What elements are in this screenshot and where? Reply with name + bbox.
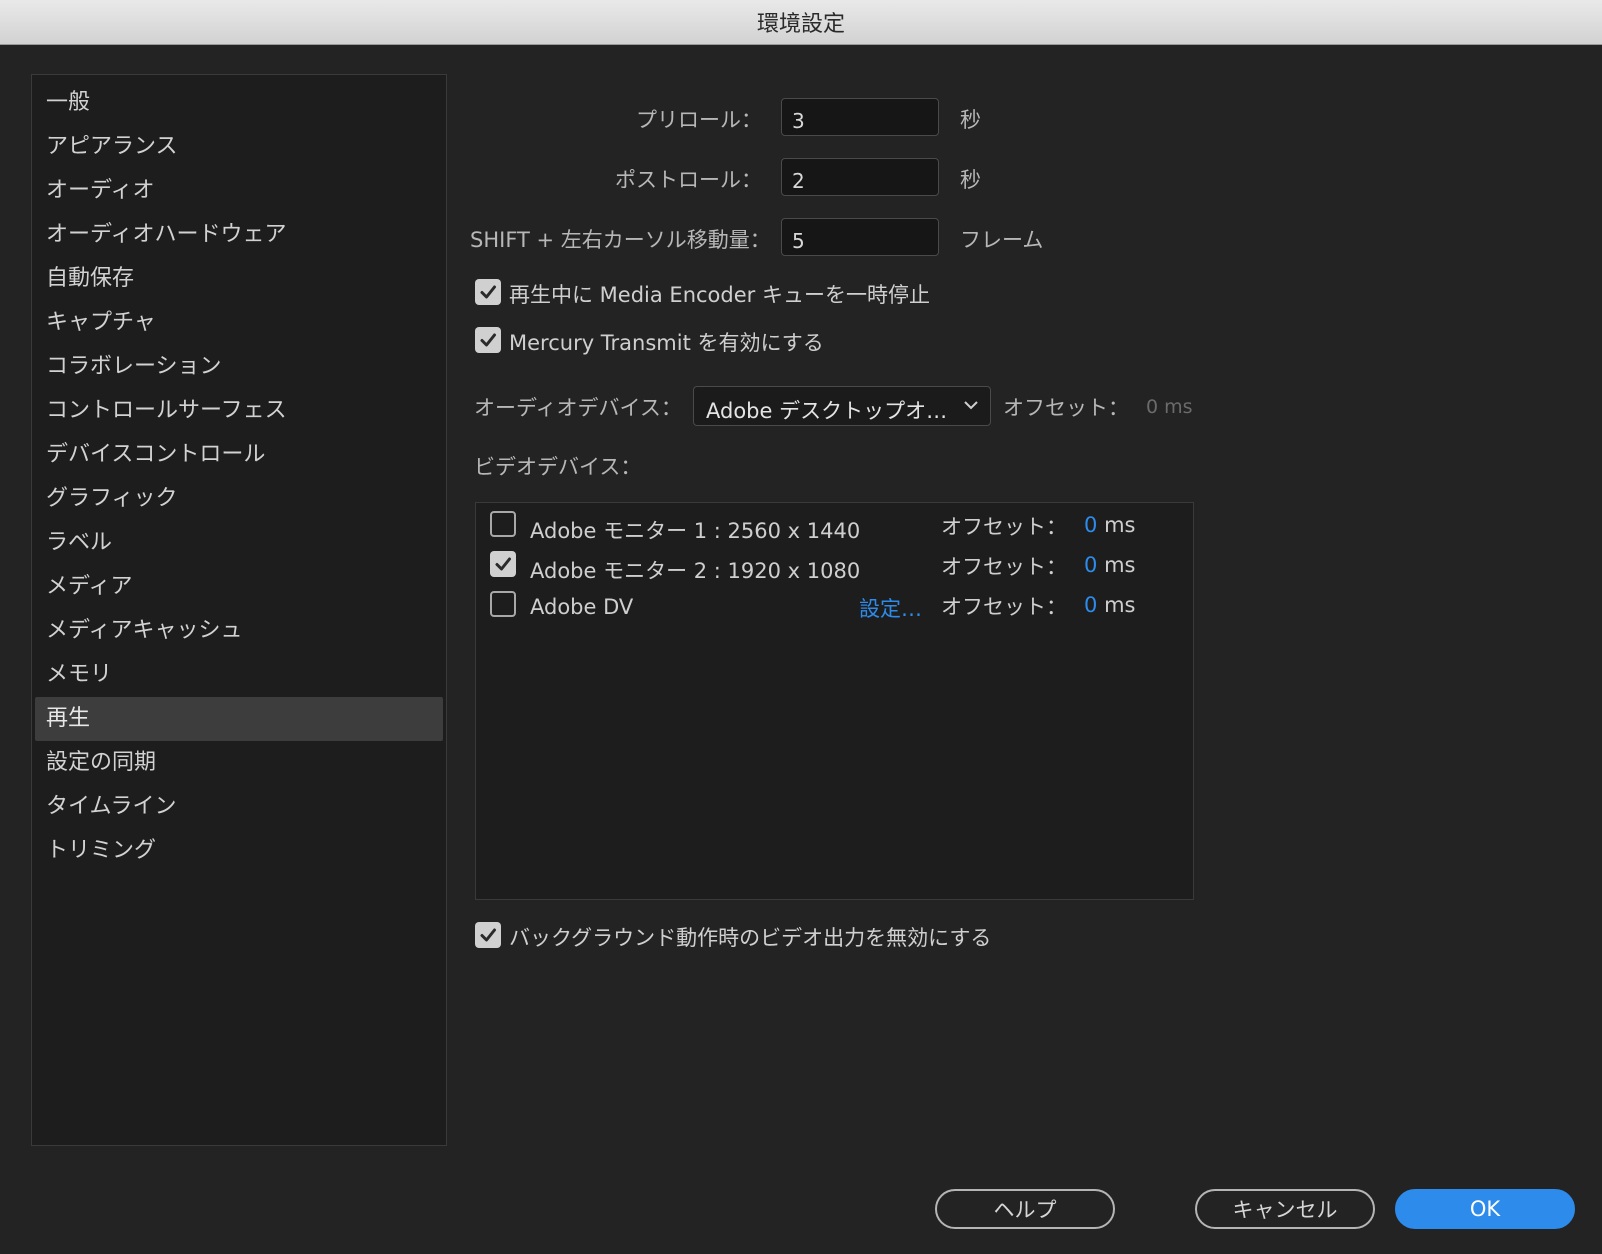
sidebar-item-appearance[interactable]: アピアランス (35, 125, 443, 169)
video-device-checkbox[interactable] (490, 551, 516, 577)
offset-unit: ms (1104, 593, 1136, 617)
offset-value[interactable]: 0 (1084, 513, 1097, 537)
sidebar-item-control-surface[interactable]: コントロールサーフェス (35, 389, 443, 433)
video-device-name: Adobe DV (530, 595, 634, 619)
video-device-offset-label: オフセット： (941, 555, 1067, 579)
check-icon (480, 333, 496, 347)
preroll-label: プリロール： (636, 108, 762, 132)
mercury-transmit-checkbox[interactable] (475, 327, 501, 353)
video-device-name: Adobe モニター 2 : 1920 x 1080 (530, 559, 861, 583)
audio-device-value: Adobe デスクトップオ… (706, 399, 948, 423)
sidebar-item-trim[interactable]: トリミング (35, 829, 443, 873)
category-sidebar: 一般 アピアランス オーディオ オーディオハードウェア 自動保存 キャプチャ コ… (31, 74, 447, 1146)
postroll-label: ポストロール： (615, 168, 762, 192)
audio-offset-value: 0 ms (1146, 396, 1193, 418)
sidebar-item-labels[interactable]: ラベル (35, 521, 443, 565)
check-icon (480, 928, 496, 942)
video-devices-list: Adobe モニター 1 : 2560 x 1440 オフセット： 0 ms A… (475, 502, 1194, 900)
video-device-name: Adobe モニター 1 : 2560 x 1440 (530, 519, 861, 543)
video-device-checkbox[interactable] (490, 591, 516, 617)
window-title: 環境設定 (756, 12, 845, 37)
shift-step-input[interactable] (781, 218, 939, 256)
sidebar-item-device-control[interactable]: デバイスコントロール (35, 433, 443, 477)
sidebar-item-auto-save[interactable]: 自動保存 (35, 257, 443, 301)
audio-device-label: オーディオデバイス： (474, 396, 682, 420)
video-device-offset[interactable]: 0 ms (1084, 513, 1135, 537)
preroll-unit: 秒 (960, 108, 981, 132)
sidebar-item-general[interactable]: 一般 (35, 81, 443, 125)
help-button[interactable]: ヘルプ (935, 1189, 1115, 1229)
disable-bg-video-checkbox[interactable] (475, 922, 501, 948)
sidebar-item-timeline[interactable]: タイムライン (35, 785, 443, 829)
disable-bg-video-label: バックグラウンド動作時のビデオ出力を無効にする (509, 926, 992, 950)
postroll-input[interactable] (781, 158, 939, 196)
dv-settings-link[interactable]: 設定… (859, 593, 922, 623)
sidebar-item-graphics[interactable]: グラフィック (35, 477, 443, 521)
video-device-offset[interactable]: 0 ms (1084, 553, 1135, 577)
sidebar-item-audio-hardware[interactable]: オーディオハードウェア (35, 213, 443, 257)
pause-encoder-checkbox[interactable] (475, 279, 501, 305)
offset-unit: ms (1104, 553, 1136, 577)
sidebar-item-collaboration[interactable]: コラボレーション (35, 345, 443, 389)
video-device-offset-label: オフセット： (941, 515, 1067, 539)
check-icon (480, 285, 496, 299)
video-device-offset[interactable]: 0 ms (1084, 593, 1135, 617)
mercury-transmit-label: Mercury Transmit を有効にする (509, 331, 824, 355)
video-device-offset-label: オフセット： (941, 595, 1067, 619)
pause-encoder-label: 再生中に Media Encoder キューを一時停止 (509, 283, 930, 307)
offset-value[interactable]: 0 (1084, 553, 1097, 577)
sidebar-item-sync-settings[interactable]: 設定の同期 (35, 741, 443, 785)
shift-step-label: SHIFT + 左右カーソル移動量： (470, 228, 771, 252)
video-device-checkbox[interactable] (490, 511, 516, 537)
chevron-down-icon (962, 395, 980, 420)
postroll-unit: 秒 (960, 168, 981, 192)
video-devices-label: ビデオデバイス： (474, 455, 642, 479)
sidebar-item-playback[interactable]: 再生 (35, 697, 443, 741)
shift-step-unit: フレーム (960, 228, 1044, 252)
sidebar-item-media[interactable]: メディア (35, 565, 443, 609)
ok-button[interactable]: OK (1395, 1189, 1575, 1229)
cancel-button[interactable]: キャンセル (1195, 1189, 1375, 1229)
sidebar-item-media-cache[interactable]: メディアキャッシュ (35, 609, 443, 653)
audio-offset-label: オフセット： (1003, 396, 1129, 420)
offset-value[interactable]: 0 (1084, 593, 1097, 617)
sidebar-item-capture[interactable]: キャプチャ (35, 301, 443, 345)
sidebar-item-memory[interactable]: メモリ (35, 653, 443, 697)
preroll-input[interactable] (781, 98, 939, 136)
offset-unit: ms (1104, 513, 1136, 537)
audio-device-dropdown[interactable]: Adobe デスクトップオ… (693, 386, 991, 426)
check-icon (495, 557, 511, 571)
sidebar-item-audio[interactable]: オーディオ (35, 169, 443, 213)
window-titlebar: 環境設定 (0, 0, 1602, 45)
